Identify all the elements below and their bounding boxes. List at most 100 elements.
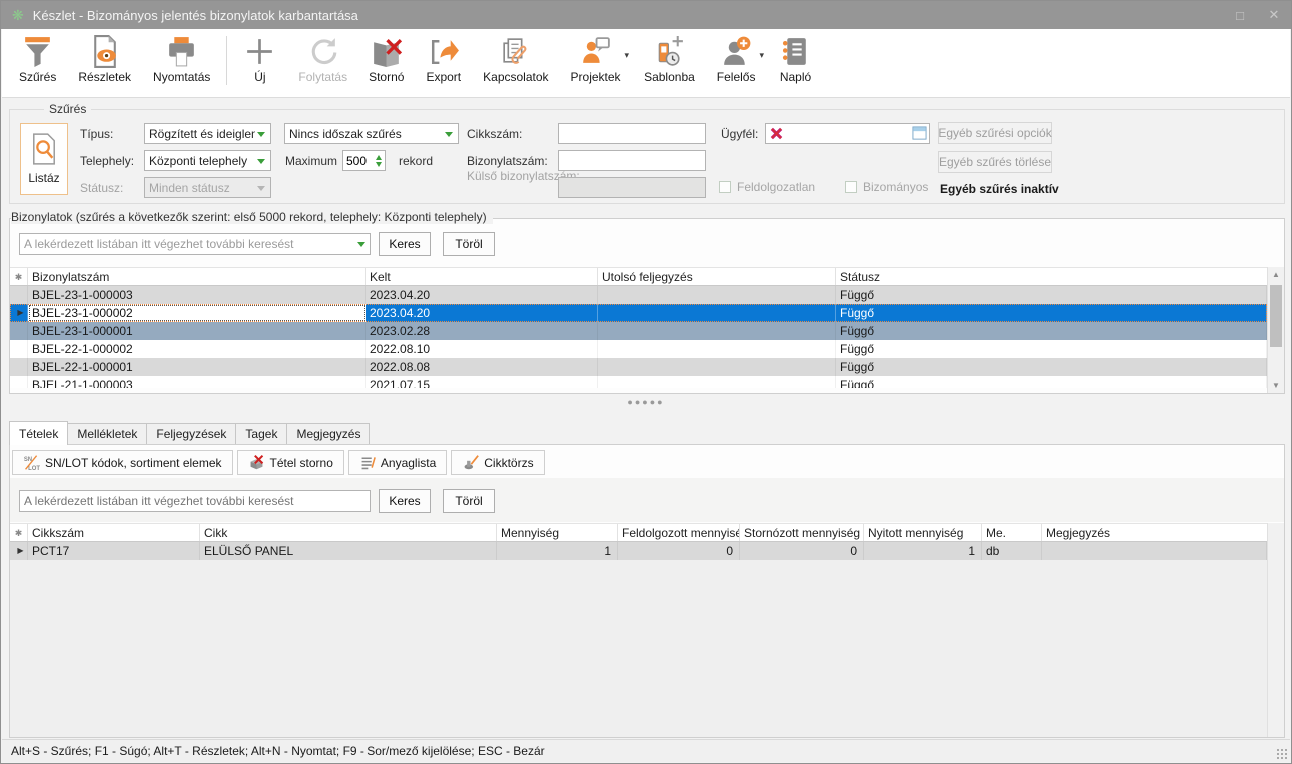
- bizonylatszam-input[interactable]: [558, 150, 706, 171]
- toolbar-button-naplo[interactable]: Napló: [768, 29, 823, 97]
- column-header-bizonylatszam[interactable]: Bizonylatszám: [28, 268, 366, 285]
- column-header-utolso-feljegyzes[interactable]: Utolsó feljegyzés: [598, 268, 836, 285]
- table-row[interactable]: BJEL-22-1-0000022022.08.10Függő: [10, 340, 1267, 358]
- column-header-nyitott-mennyiseg[interactable]: Nyitott mennyiség: [864, 524, 982, 541]
- spin-down-icon[interactable]: [376, 162, 382, 170]
- column-header-cikkszam[interactable]: Cikkszám: [28, 524, 200, 541]
- cikkszam-input[interactable]: [558, 123, 706, 144]
- idoszak-combo-value: Nincs időszak szűrés: [289, 127, 443, 141]
- titlebar[interactable]: ❋ Készlet - Bizományos jelentés bizonyla…: [1, 1, 1291, 29]
- cell-utolso-feljegyzes: [598, 340, 836, 358]
- splitter-handle[interactable]: ●●●●●: [2, 394, 1290, 409]
- table-row[interactable]: BJEL-21-1-0000032021.07.15Függő: [10, 376, 1267, 388]
- detail-search-input[interactable]: [19, 490, 371, 512]
- resize-grip[interactable]: [1275, 747, 1288, 760]
- maximum-input[interactable]: [343, 153, 369, 169]
- table-row[interactable]: BJEL-23-1-0000012023.02.28Függő: [10, 322, 1267, 340]
- toolbar-button-nyomtatas[interactable]: Nyomtatás: [142, 29, 221, 97]
- material-list-icon: [359, 454, 376, 471]
- scrollbar-thumb[interactable]: [1270, 285, 1282, 347]
- documents-keres-button[interactable]: Keres: [379, 232, 431, 256]
- listaz-button[interactable]: Listáz: [20, 123, 68, 195]
- column-header-mennyiseg[interactable]: Mennyiség: [497, 524, 618, 541]
- table-row[interactable]: ▶PCT17ELÜLSŐ PANEL1001db: [10, 542, 1267, 560]
- maximum-spinner[interactable]: [342, 150, 386, 171]
- tab-tagek[interactable]: Tagek: [235, 423, 287, 444]
- telephely-combo[interactable]: Központi telephely: [144, 150, 271, 171]
- detail-torol-button[interactable]: Töröl: [443, 489, 495, 513]
- window-title: Készlet - Bizományos jelentés bizonylato…: [33, 8, 358, 23]
- column-header-statusz[interactable]: Státusz: [836, 268, 1267, 285]
- ugyfel-input[interactable]: [786, 126, 912, 142]
- cell-statusz: Függő: [836, 304, 1267, 322]
- tab-megjegyzes[interactable]: Megjegyzés: [286, 423, 370, 444]
- toolbar-button-projektek[interactable]: Projektek: [560, 29, 632, 97]
- idoszak-combo[interactable]: Nincs időszak szűrés: [284, 123, 459, 144]
- column-header-me[interactable]: Me.: [982, 524, 1042, 541]
- column-header-kelt[interactable]: Kelt: [366, 268, 598, 285]
- documents-grid-scrollbar[interactable]: ▲ ▼: [1267, 267, 1284, 393]
- sn-lot-kodok-sortiment-elemek-button[interactable]: SNLOTSN/LOT kódok, sortiment elemek: [12, 450, 233, 475]
- column-header-feldolgozott-mennyiseg[interactable]: Feldolgozott mennyiség: [618, 524, 740, 541]
- tab-tetelek[interactable]: Tételek: [9, 421, 68, 445]
- lookup-window-icon[interactable]: [912, 126, 927, 141]
- grid-header-row: ✱CikkszámCikkMennyiségFeldolgozott menny…: [10, 523, 1267, 542]
- table-row[interactable]: BJEL-22-1-0000012022.08.08Függő: [10, 358, 1267, 376]
- tipus-combo[interactable]: Rögzített és ideiglenes: [144, 123, 271, 144]
- feldolgozatlan-checkbox[interactable]: Feldolgozatlan: [719, 180, 815, 194]
- spinner-arrows[interactable]: [376, 152, 385, 170]
- dropdown-arrow-icon[interactable]: ▾: [759, 50, 764, 61]
- scroll-up-icon[interactable]: ▲: [1268, 267, 1284, 282]
- egyeb-szures-torlese-button[interactable]: Egyéb szűrés törlése: [938, 151, 1052, 173]
- tetel-storno-button[interactable]: Tétel storno: [237, 450, 344, 475]
- items-grid-scrollbar[interactable]: [1267, 523, 1284, 737]
- status-bar-text: Alt+S - Szűrés; F1 - Súgó; Alt+T - Részl…: [11, 744, 545, 758]
- cell-bizonylatszam: BJEL-22-1-000001: [28, 358, 366, 376]
- clear-x-icon[interactable]: [770, 127, 783, 140]
- grid-header-row: ✱BizonylatszámKeltUtolsó feljegyzésStátu…: [10, 267, 1267, 286]
- toolbar-button-reszletek[interactable]: Részletek: [67, 29, 142, 97]
- documents-grid: ✱BizonylatszámKeltUtolsó feljegyzésStátu…: [10, 267, 1267, 388]
- cell-kelt: 2021.07.15: [366, 376, 598, 388]
- table-row[interactable]: BJEL-23-1-0000032023.04.20Függő: [10, 286, 1267, 304]
- toolbar-button-szures[interactable]: Szűrés: [8, 29, 67, 97]
- egyeb-szuresi-opciok-button[interactable]: Egyéb szűrési opciók: [938, 122, 1052, 144]
- detail-keres-button[interactable]: Keres: [379, 489, 431, 513]
- documents-panel: A lekérdezett listában itt végezhet tová…: [9, 218, 1285, 394]
- documents-group-label: Bizonylatok (szűrés a következők szerint…: [11, 210, 493, 224]
- toolbar-button-export[interactable]: Export: [415, 29, 472, 97]
- cikktorzs-button[interactable]: Cikktörzs: [451, 450, 544, 475]
- toolbar-button-folytatas: Folytatás: [287, 29, 358, 97]
- documents-search-combo[interactable]: A lekérdezett listában itt végezhet tová…: [19, 233, 371, 255]
- cell-kelt: 2023.04.20: [366, 286, 598, 304]
- documents-torol-button[interactable]: Töröl: [443, 232, 495, 256]
- toolbar-button-uj[interactable]: Új: [232, 29, 287, 97]
- bizomanyos-checkbox[interactable]: Bizományos: [845, 180, 928, 194]
- toolbar-button-felelos[interactable]: Felelős: [706, 29, 767, 97]
- column-header-megjegyzes[interactable]: Megjegyzés: [1042, 524, 1267, 541]
- column-header-stornozott-mennyiseg[interactable]: Stornózott mennyiség: [740, 524, 864, 541]
- toolbar-button-sablonba[interactable]: Sablonba: [633, 29, 706, 97]
- toolbar-button-storno[interactable]: Stornó: [358, 29, 415, 97]
- tab-mellekletek[interactable]: Mellékletek: [67, 423, 147, 444]
- close-button[interactable]: ✕: [1257, 7, 1291, 23]
- maximize-button[interactable]: □: [1223, 8, 1257, 23]
- table-row[interactable]: ▶BJEL-23-1-0000022023.04.20Függő: [10, 304, 1267, 322]
- projects-icon: [579, 34, 612, 69]
- ugyfel-field[interactable]: [765, 123, 930, 144]
- scroll-down-icon[interactable]: ▼: [1268, 378, 1284, 393]
- telephely-combo-value: Központi telephely: [149, 154, 255, 168]
- toolbar-button-kapcsolatok[interactable]: Kapcsolatok: [472, 29, 559, 97]
- dropdown-arrow-icon[interactable]: ▾: [625, 50, 630, 61]
- toolbar-button-label: Projektek: [571, 70, 621, 84]
- cell-bizonylatszam: BJEL-23-1-000001: [28, 322, 366, 340]
- tab-feljegyzesek[interactable]: Feljegyzések: [146, 423, 236, 444]
- telephely-label: Telephely:: [80, 154, 134, 168]
- column-header-cikk[interactable]: Cikk: [200, 524, 497, 541]
- cell-kelt: 2023.04.20: [366, 304, 598, 322]
- spin-up-icon[interactable]: [376, 152, 382, 160]
- search-document-icon: [31, 133, 57, 168]
- anyaglista-button[interactable]: Anyaglista: [348, 450, 447, 475]
- grid-empty-area: [10, 560, 1284, 737]
- cell-utolso-feljegyzes: [598, 322, 836, 340]
